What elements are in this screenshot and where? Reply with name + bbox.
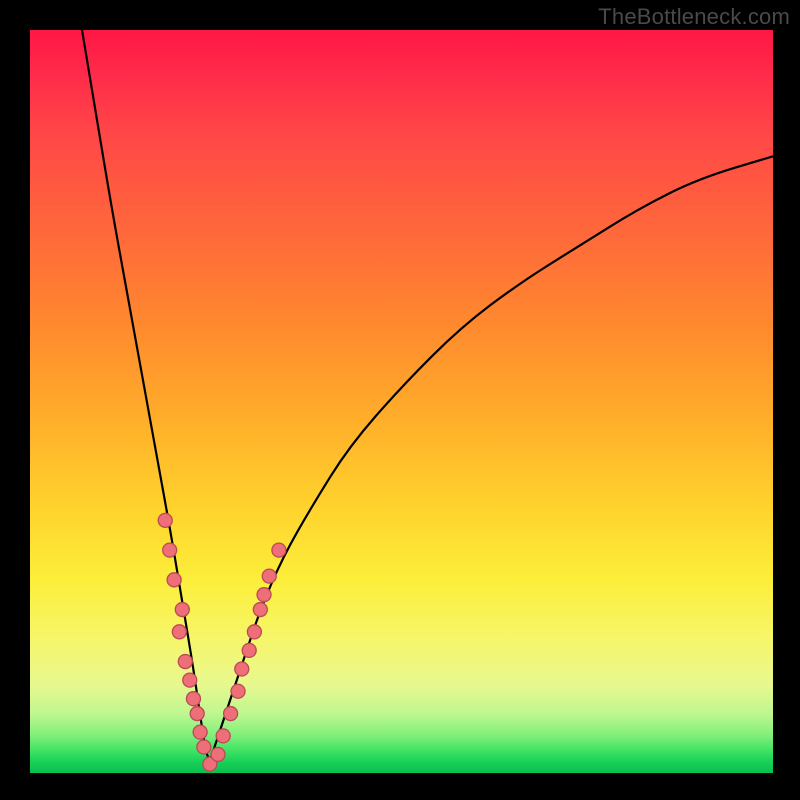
marker-group [158,513,286,771]
data-marker [224,707,238,721]
data-marker [211,747,225,761]
data-marker [242,643,256,657]
bottleneck-curve [82,30,773,758]
chart-frame: TheBottleneck.com [0,0,800,800]
data-marker [167,573,181,587]
data-marker [163,543,177,557]
data-marker [193,725,207,739]
data-marker [183,673,197,687]
data-marker [253,603,267,617]
plot-area [30,30,773,773]
data-marker [262,569,276,583]
data-marker [257,588,271,602]
watermark-text: TheBottleneck.com [598,4,790,30]
data-marker [216,729,230,743]
data-marker [186,692,200,706]
data-marker [231,684,245,698]
chart-svg [30,30,773,773]
data-marker [272,543,286,557]
data-marker [197,740,211,754]
data-marker [235,662,249,676]
data-marker [178,655,192,669]
data-marker [158,513,172,527]
data-marker [190,707,204,721]
data-marker [247,625,261,639]
data-marker [175,603,189,617]
data-marker [172,625,186,639]
